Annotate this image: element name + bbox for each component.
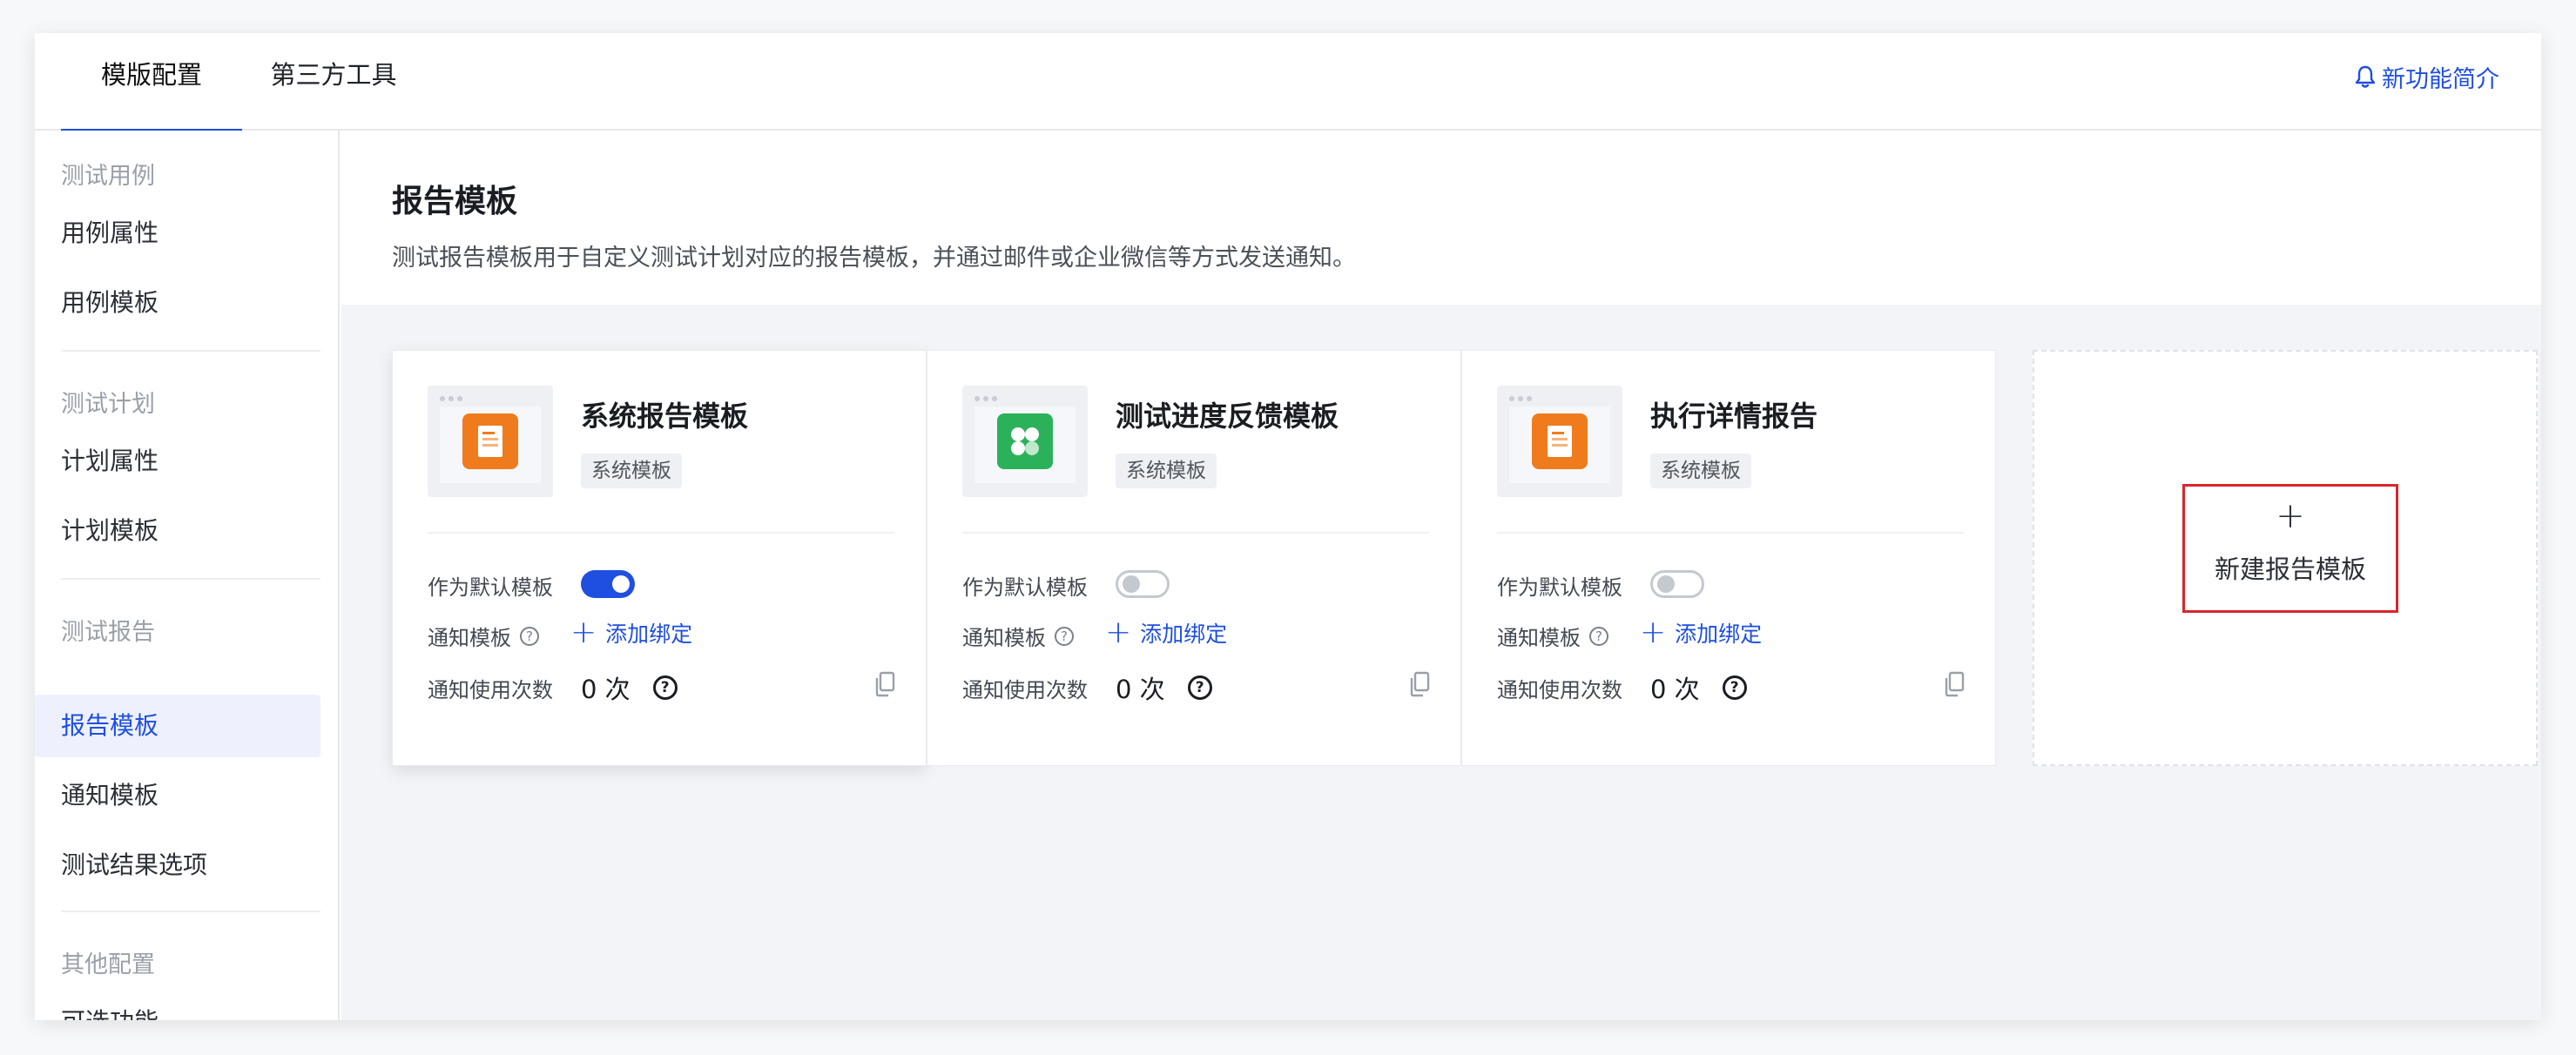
page-description: 测试报告模板用于自定义测试计划对应的报告模板，并通过邮件或企业微信等方式发送通知… [392,245,1356,272]
help-icon[interactable]: ? [652,675,678,700]
card-title: 系统报告模板 [581,400,749,433]
system-template-tag: 系统模板 [1650,454,1751,488]
add-binding-label: 添加绑定 [1140,622,1228,647]
sidebar-item-result-options[interactable]: 测试结果选项 [35,834,320,897]
sidebar-group-test-report: 测试报告 [61,619,155,646]
tab-third-party-tools[interactable]: 第三方工具 [260,33,408,131]
sidebar-item-notify-template[interactable]: 通知模板 [35,764,320,827]
default-template-toggle[interactable] [1116,570,1170,598]
copy-icon[interactable] [1408,671,1431,697]
card-divider [962,532,1429,534]
add-binding-label: 添加绑定 [605,622,693,647]
sidebar-group-test-plan: 测试计划 [61,391,155,418]
document-icon [462,413,518,469]
plus-icon: + [2276,496,2305,536]
notify-template-label: 通知模板 ? [1497,621,1608,651]
clover-icon [997,413,1053,469]
add-binding-button[interactable]: + 添加绑定 [1105,617,1227,648]
plus-icon: + [1105,615,1132,650]
help-icon[interactable]: ? [1722,675,1747,700]
sidebar-item-case-template[interactable]: 用例模板 [35,272,320,334]
usage-count: 0 次 ? [581,669,678,706]
template-card[interactable]: 测试进度反馈模板 系统模板 作为默认模板 通知模板 ? + 添加绑定 通知使用次… [927,350,1461,766]
top-tab-bar: 模版配置 第三方工具 新功能简介 [35,33,2541,132]
help-icon[interactable]: ? [1187,675,1212,700]
template-thumbnail [1497,386,1622,497]
sidebar: 测试用例 用例属性 用例模板 测试计划 计划属性 计划模板 测试报告 报告模板 … [35,131,340,1020]
usage-count-value: 0 次 [1650,675,1700,704]
usage-count-value: 0 次 [1116,675,1165,704]
card-divider [428,532,894,534]
notify-template-text: 通知模板 [428,626,511,650]
add-binding-label: 添加绑定 [1675,622,1763,647]
notify-template-text: 通知模板 [1497,626,1581,650]
sidebar-item-plan-attributes[interactable]: 计划属性 [35,430,320,493]
default-template-label: 作为默认模板 [962,575,1088,600]
plus-icon: + [1640,615,1667,650]
sidebar-divider [61,578,320,580]
usage-count-label: 通知使用次数 [962,678,1088,702]
notify-template-text: 通知模板 [962,626,1046,650]
sidebar-divider [61,350,320,352]
copy-icon[interactable] [1943,671,1966,697]
sidebar-group-other: 其他配置 [61,951,155,978]
template-thumbnail [962,386,1088,497]
usage-count-label: 通知使用次数 [428,678,553,702]
usage-count-value: 0 次 [581,675,631,704]
usage-count: 0 次 ? [1116,669,1212,706]
whats-new-label: 新功能简介 [2382,65,2499,93]
copy-icon[interactable] [873,671,896,697]
sidebar-item-case-attributes[interactable]: 用例属性 [35,202,320,265]
sidebar-item-optional-features[interactable]: 可选功能 [35,991,320,1020]
help-icon[interactable]: ? [520,626,539,646]
add-binding-button[interactable]: + 添加绑定 [1640,617,1762,648]
new-report-template-button[interactable]: + 新建报告模板 [2182,484,2398,613]
usage-count-label: 通知使用次数 [1497,678,1622,702]
sidebar-item-report-template[interactable]: 报告模板 [35,695,320,757]
help-icon[interactable]: ? [1589,626,1608,646]
system-template-tag: 系统模板 [1116,454,1217,488]
document-icon [1532,413,1588,469]
template-thumbnail [428,386,553,497]
card-title: 测试进度反馈模板 [1116,400,1339,433]
help-icon[interactable]: ? [1055,626,1074,646]
default-template-toggle[interactable] [581,570,635,598]
template-card[interactable]: 系统报告模板 系统模板 作为默认模板 通知模板 ? + 添加绑定 通知使用次数 … [392,350,927,766]
add-binding-button[interactable]: + 添加绑定 [570,617,692,648]
notify-template-label: 通知模板 ? [428,621,539,651]
whats-new-link[interactable]: 新功能简介 [2354,59,2499,94]
app-window: 模版配置 第三方工具 新功能简介 测试用例 用例属性 用例模板 测试计划 计划属… [35,33,2541,1020]
sidebar-divider [61,911,320,912]
plus-icon: + [570,615,597,650]
system-template-tag: 系统模板 [581,454,682,488]
default-template-toggle[interactable] [1650,570,1704,598]
default-template-label: 作为默认模板 [428,575,553,600]
default-template-label: 作为默认模板 [1497,575,1622,600]
new-report-template-label: 新建报告模板 [2214,554,2366,584]
page-title: 报告模板 [392,184,518,219]
sidebar-group-test-case: 测试用例 [61,163,155,190]
usage-count: 0 次 ? [1650,669,1747,706]
bell-icon [2355,65,2376,88]
card-title: 执行详情报告 [1650,400,1818,433]
main-content: 报告模板 测试报告模板用于自定义测试计划对应的报告模板，并通过邮件或企业微信等方… [341,131,2541,1020]
new-template-card: + 新建报告模板 [2033,350,2538,766]
tab-template-config[interactable]: 模版配置 [61,33,242,132]
page-header: 报告模板 测试报告模板用于自定义测试计划对应的报告模板，并通过邮件或企业微信等方… [341,131,2541,305]
sidebar-item-plan-template[interactable]: 计划模板 [35,500,320,562]
template-card[interactable]: 执行详情报告 系统模板 作为默认模板 通知模板 ? + 添加绑定 通知使用次数 … [1461,350,1996,766]
notify-template-label: 通知模板 ? [962,621,1074,651]
card-divider [1497,532,1964,534]
